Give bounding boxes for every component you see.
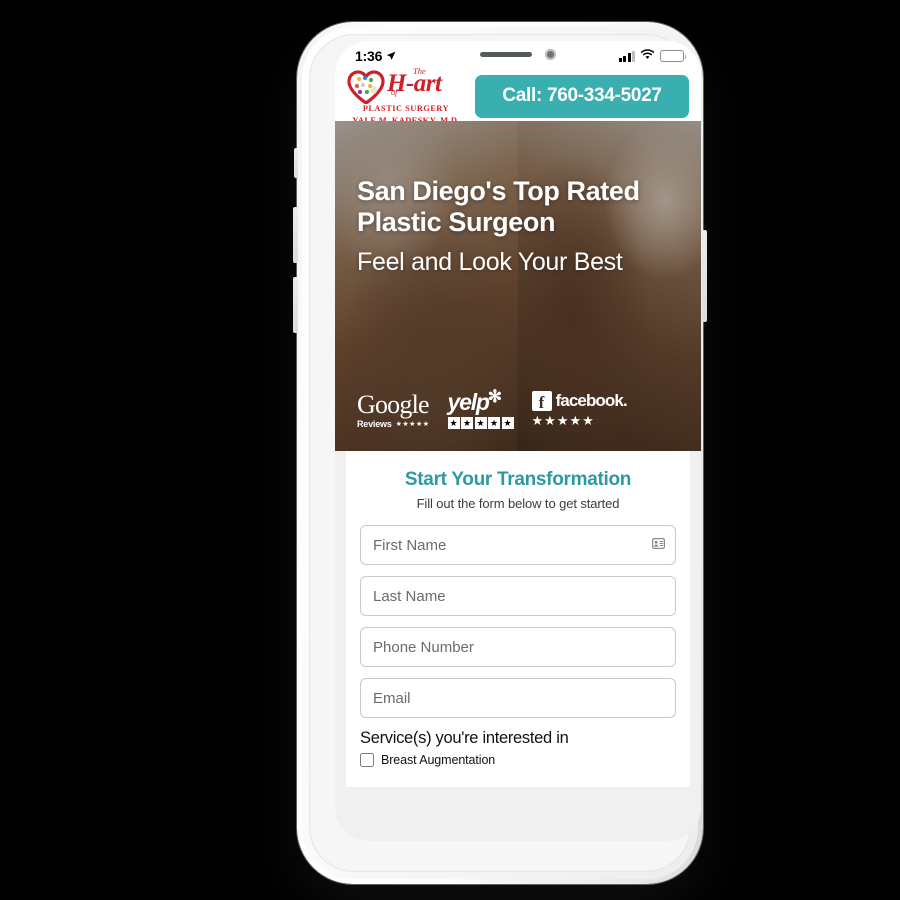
yelp-star: ★: [474, 417, 487, 429]
logo-of-text: of: [391, 87, 398, 97]
heart-palette-logo-icon: [347, 69, 385, 109]
first-name-field-wrap: [360, 525, 676, 565]
webpage-viewport[interactable]: The H-art of PLASTIC SURGERY YALE M. KAD…: [335, 41, 701, 841]
google-reviews-badge[interactable]: Google Reviews ★★★★★: [357, 390, 430, 429]
last-name-input[interactable]: [360, 576, 676, 616]
yelp-star-rating: ★ ★ ★ ★ ★: [447, 417, 514, 429]
status-bar-time: 1:36: [355, 48, 383, 64]
facebook-wordmark-row: f facebook.: [531, 391, 628, 411]
form-subtitle: Fill out the form below to get started: [416, 496, 620, 511]
services-label: Service(s) you're interested in: [360, 729, 569, 747]
hero-headline: San Diego's Top Rated Plastic Surgeon: [357, 176, 640, 238]
phone-number-input[interactable]: [360, 627, 676, 667]
silence-switch-button[interactable]: [294, 148, 298, 178]
yelp-star: ★: [447, 417, 460, 429]
form-section: Start Your Transformation Fill out the f…: [335, 451, 701, 787]
yelp-text: yelp: [447, 389, 490, 415]
phone-screen: The H-art of PLASTIC SURGERY YALE M. KAD…: [335, 41, 701, 841]
lead-form-card: Start Your Transformation Fill out the f…: [346, 451, 690, 787]
status-bar-time-group: 1:36: [355, 48, 396, 64]
status-bar-indicators: [618, 47, 687, 65]
wifi-icon: [640, 47, 655, 65]
review-badges: Google Reviews ★★★★★ yelp ✻ ★ ★ ★ ★ ★ f …: [357, 387, 679, 429]
last-name-field-wrap: [360, 576, 676, 616]
phone-number-field-wrap: [360, 627, 676, 667]
breast-augmentation-checkbox[interactable]: [360, 753, 374, 767]
email-input[interactable]: [360, 678, 676, 718]
volume-up-button[interactable]: [293, 207, 298, 263]
yelp-burst-icon: ✻: [487, 387, 502, 406]
battery-icon: [660, 50, 687, 62]
yelp-badge[interactable]: yelp ✻ ★ ★ ★ ★ ★: [447, 387, 514, 429]
cellular-signal-icon: [618, 50, 635, 62]
location-arrow-icon: [386, 48, 396, 64]
phone-device: The H-art of PLASTIC SURGERY YALE M. KAD…: [293, 22, 707, 884]
google-reviews-row: Reviews ★★★★★: [357, 419, 430, 429]
screenshot-stage: The H-art of PLASTIC SURGERY YALE M. KAD…: [0, 0, 900, 900]
call-phone-button[interactable]: Call: 760-334-5027: [475, 74, 689, 118]
google-star-rating: ★★★★★: [395, 421, 430, 428]
brand-logo[interactable]: The H-art of PLASTIC SURGERY YALE M. KAD…: [347, 66, 465, 125]
hero-subheadline: Feel and Look Your Best: [357, 247, 623, 276]
device-notch: [428, 41, 608, 68]
volume-down-button[interactable]: [293, 277, 298, 333]
breast-augmentation-label: Breast Augmentation: [381, 753, 496, 767]
contact-card-icon[interactable]: [652, 536, 666, 554]
yelp-wordmark: yelp ✻: [447, 387, 502, 415]
hero-section: San Diego's Top Rated Plastic Surgeon Fe…: [335, 121, 701, 451]
google-reviews-label: Reviews: [357, 419, 392, 429]
logo-wordmark-row: The H-art of: [347, 66, 465, 109]
email-field-wrap: [360, 678, 676, 718]
earpiece-speaker-icon: [480, 52, 532, 57]
google-wordmark: Google: [357, 390, 430, 420]
yelp-star: ★: [488, 417, 501, 429]
facebook-badge[interactable]: f facebook. ★★★★★: [531, 391, 628, 429]
yelp-star: ★: [501, 417, 514, 429]
facebook-text: facebook.: [555, 391, 628, 410]
service-option-row[interactable]: Breast Augmentation: [360, 753, 676, 767]
front-camera-icon: [545, 49, 556, 60]
facebook-star-rating: ★★★★★: [531, 413, 595, 428]
yelp-star: ★: [461, 417, 474, 429]
form-title: Start Your Transformation: [404, 469, 632, 490]
facebook-f-icon: f: [531, 391, 552, 411]
power-button[interactable]: [702, 230, 707, 322]
first-name-input[interactable]: [360, 525, 676, 565]
